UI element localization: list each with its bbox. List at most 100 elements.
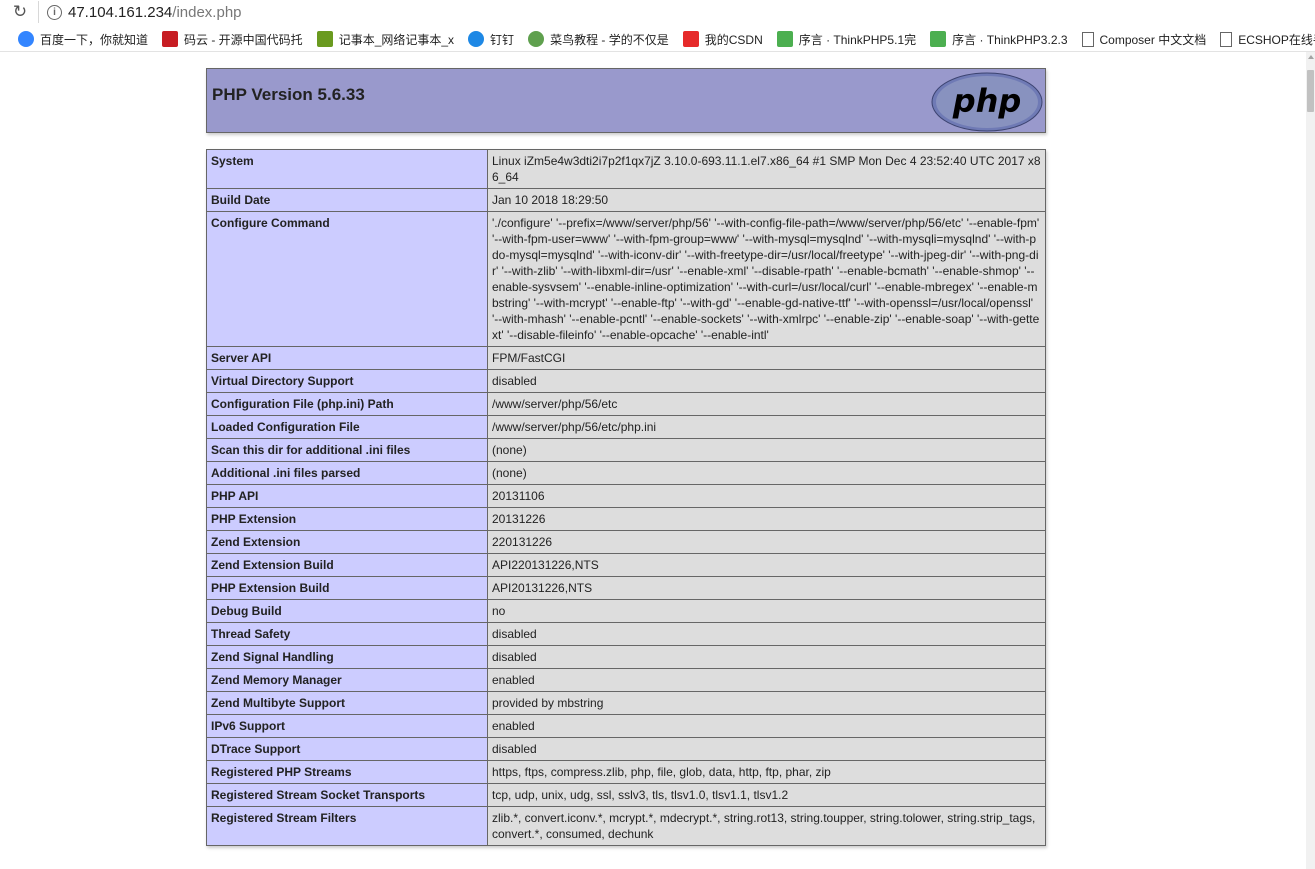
setting-name: Server API [206,346,488,370]
table-row: Debug Build no [206,599,1046,623]
reload-icon[interactable]: ↻ [10,2,30,22]
bookmark-item[interactable]: 序言 · ThinkPHP3.2.3 [930,31,1068,48]
bookmark-label: 我的CSDN [704,32,763,47]
setting-name: Registered Stream Filters [206,806,488,846]
page-icon [1081,31,1094,47]
table-row: PHP Extension Build API20131226,NTS [206,576,1046,600]
setting-name: PHP Extension [206,507,488,531]
table-row: Thread Safety disabled [206,622,1046,646]
dingtalk-icon [468,31,485,47]
setting-value: provided by mbstring [487,691,1046,715]
table-row: PHP API 20131106 [206,484,1046,508]
setting-value: no [487,599,1046,623]
info-icon[interactable]: i [47,4,62,20]
bookmark-item[interactable]: Composer 中文文档 [1081,31,1207,48]
bookmarks-bar: 百度一下，你就知道 码云 - 开源中国代码托 记事本_网络记事本_x 钉钉 菜鸟教程 -… [0,27,1315,52]
baidu-paw-icon [18,31,34,47]
table-row: Zend Memory Manager enabled [206,668,1046,692]
setting-value: 20131106 [487,484,1046,508]
address-bar: ↻ i 47.104.161.234/index.php [0,0,1315,25]
thinkphp-icon [930,31,947,47]
setting-name: Zend Signal Handling [206,645,488,669]
bookmark-item[interactable]: 菜鸟教程 - 学的不仅是 [528,31,669,48]
page-icon [1220,31,1233,47]
setting-name: Additional .ini files parsed [206,461,488,485]
setting-value: 20131226 [487,507,1046,531]
setting-name: PHP API [206,484,488,508]
setting-name: Zend Extension [206,530,488,554]
setting-name: PHP Extension Build [206,576,488,600]
setting-name: Zend Multibyte Support [206,691,488,715]
csdn-c-icon [682,31,699,47]
page-title: PHP Version 5.6.33 [212,85,365,104]
table-row: System Linux iZm5e4w3dti2i7p2f1qx7jZ 3.10… [206,149,1046,189]
bookmark-label: 序言 · ThinkPHP5.1完 [798,32,917,47]
setting-value: disabled [487,622,1046,646]
bookmark-item[interactable]: 我的CSDN [682,31,763,48]
bookmark-item[interactable]: 百度一下，你就知道 [18,31,148,48]
scrollbar-thumb[interactable] [1307,70,1314,112]
url-path: /index.php [172,3,242,21]
setting-value: Linux iZm5e4w3dti2i7p2f1qx7jZ 3.10.0-693… [487,149,1046,189]
thinkphp-icon [776,31,793,47]
setting-name: Zend Memory Manager [206,668,488,692]
setting-value: API20131226,NTS [487,576,1046,600]
bookmark-label: 百度一下，你就知道 [40,32,149,47]
setting-value: disabled [487,369,1046,393]
setting-value: /www/server/php/56/etc/php.ini [487,415,1046,439]
setting-value: disabled [487,645,1046,669]
setting-name: Loaded Configuration File [206,415,488,439]
setting-name: Build Date [206,188,488,212]
bookmark-item[interactable]: ECSHOP在线手 [1220,31,1315,48]
table-row: Build Date Jan 10 2018 18:29:50 [206,188,1046,212]
table-row: Configuration File (php.ini) Path/www/se… [206,392,1046,416]
table-row: Registered PHP Streams https, ftps, compr… [206,760,1046,784]
setting-name: System [206,149,488,189]
setting-value: (none) [487,461,1046,485]
php-version-header: PHP Version 5.6.33 php [206,68,1046,133]
setting-name: IPv6 Support [206,714,488,738]
setting-value: (none) [487,438,1046,462]
setting-name: Configure Command [206,211,488,347]
php-info-table: System Linux iZm5e4w3dti2i7p2f1qx7jZ 3.10… [206,149,1046,846]
setting-value: 220131226 [487,530,1046,554]
php-logo-text: php [952,82,1022,120]
scrollbar[interactable] [1306,52,1315,869]
bookmark-label: 钉钉 [490,32,515,47]
bookmark-item[interactable]: 码云 - 开源中国代码托 [162,31,303,48]
setting-value: /www/server/php/56/etc [487,392,1046,416]
bookmark-item[interactable]: 记事本_网络记事本_x [316,31,454,48]
setting-name: DTrace Support [206,737,488,761]
url-field[interactable]: i 47.104.161.234/index.php [38,1,1315,23]
gitee-g-icon [162,31,179,47]
table-row: Loaded Configuration File/www/server/php… [206,415,1046,439]
table-row: Zend Extension Build API220131226,NTS [206,553,1046,577]
bookmark-item[interactable]: 序言 · ThinkPHP5.1完 [776,31,917,48]
setting-name: Registered PHP Streams [206,760,488,784]
setting-name: Thread Safety [206,622,488,646]
runoob-icon [528,31,545,47]
setting-value: enabled [487,714,1046,738]
setting-value: tcp, udp, unix, udg, ssl, sslv3, tls, tl… [487,783,1046,807]
setting-value: enabled [487,668,1046,692]
setting-value: zlib.*, convert.iconv.*, mcrypt.*, mdecr… [487,806,1046,846]
notepad-n-icon [316,31,333,47]
table-row: Scan this dir for additional .ini files(… [206,438,1046,462]
table-row: PHP Extension 20131226 [206,507,1046,531]
bookmark-item[interactable]: 钉钉 [468,31,514,48]
bookmark-label: 码云 - 开源中国代码托 [184,32,303,47]
table-row: Zend Extension 220131226 [206,530,1046,554]
scroll-up-arrow-icon[interactable] [1308,55,1314,59]
table-row: IPv6 Support enabled [206,714,1046,738]
table-row: DTrace Support disabled [206,737,1046,761]
bookmark-label: Composer 中文文档 [1099,32,1207,47]
setting-value: Jan 10 2018 18:29:50 [487,188,1046,212]
setting-value: disabled [487,737,1046,761]
setting-name: Registered Stream Socket Transports [206,783,488,807]
bookmark-label: 序言 · ThinkPHP3.2.3 [952,32,1068,47]
setting-name: Zend Extension Build [206,553,488,577]
table-row: Registered Stream Socket Transports tcp, … [206,783,1046,807]
setting-name: Debug Build [206,599,488,623]
table-row: Server API FPM/FastCGI [206,346,1046,370]
table-row: Registered Stream Filters zlib.*, convert… [206,806,1046,846]
